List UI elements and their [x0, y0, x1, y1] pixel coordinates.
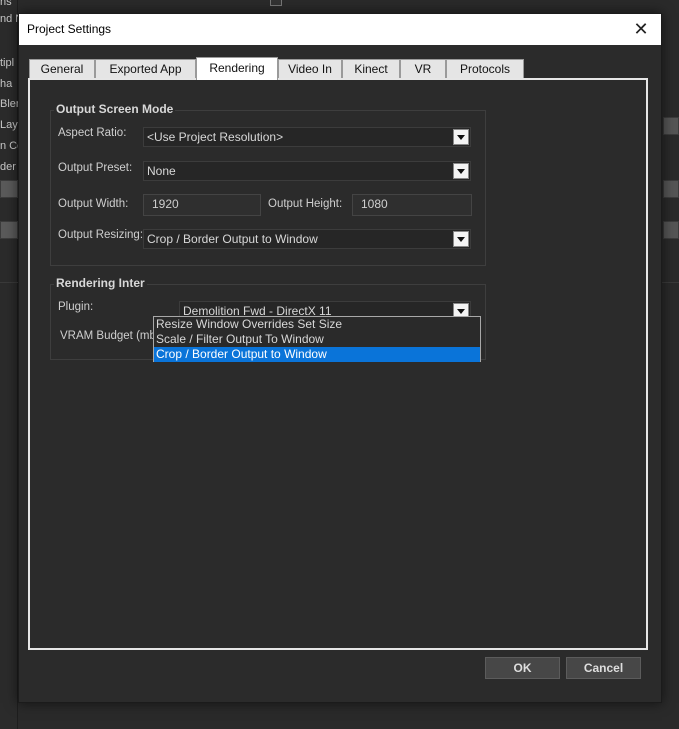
- output-resizing-value: Crop / Border Output to Window: [147, 232, 318, 246]
- plugin-label: Plugin:: [58, 301, 94, 313]
- project-settings-dialog: Project Settings ✕ General Exported App …: [18, 13, 662, 703]
- background-label: Lay: [0, 119, 18, 131]
- close-icon[interactable]: ✕: [629, 17, 653, 41]
- tab-protocols[interactable]: Protocols: [446, 59, 524, 79]
- tab-rendering[interactable]: Rendering: [196, 57, 278, 80]
- tab-vr[interactable]: VR: [400, 59, 446, 79]
- dropdown-option-resize-window[interactable]: Resize Window Overrides Set Size: [154, 317, 480, 332]
- output-screen-mode-title: Output Screen Mode: [54, 102, 176, 116]
- tab-video-in[interactable]: Video In: [278, 59, 342, 79]
- output-resizing-dropdown: Resize Window Overrides Set Size Scale /…: [153, 316, 481, 362]
- background-button: [663, 221, 679, 239]
- dropdown-option-scale-filter[interactable]: Scale / Filter Output To Window: [154, 332, 480, 347]
- aspect-ratio-value: <Use Project Resolution>: [147, 130, 284, 144]
- rendering-interface-title: Rendering Inter: [54, 276, 147, 290]
- background-button: [663, 180, 679, 198]
- output-height-label: Output Height:: [268, 198, 343, 210]
- output-height-field[interactable]: 1080: [352, 194, 472, 216]
- vram-budget-label: VRAM Budget (mb):: [60, 330, 163, 342]
- aspect-ratio-select[interactable]: <Use Project Resolution>: [143, 127, 471, 147]
- tab-exported-app[interactable]: Exported App: [95, 59, 196, 79]
- chevron-down-icon[interactable]: [453, 129, 469, 145]
- output-preset-value: None: [147, 164, 176, 178]
- output-width-field[interactable]: 1920: [143, 194, 261, 216]
- output-resizing-select[interactable]: Crop / Border Output to Window: [143, 229, 471, 249]
- dialog-title: Project Settings: [27, 22, 112, 36]
- background-label: nd N: [0, 13, 18, 25]
- background-label: der T: [0, 161, 18, 173]
- background-label: Blen: [0, 98, 18, 110]
- cancel-button[interactable]: Cancel: [566, 657, 641, 679]
- background-label: ha: [0, 78, 13, 90]
- background-label: n Co: [0, 140, 18, 152]
- background-left-panel: ns nd N tipl ha Blen Lay n Co der T: [0, 0, 18, 729]
- output-preset-select[interactable]: None: [143, 161, 471, 181]
- background-control: [270, 0, 282, 6]
- rendering-panel: Output Screen Mode Aspect Ratio: <Use Pr…: [28, 78, 648, 650]
- aspect-ratio-label: Aspect Ratio:: [58, 127, 127, 139]
- dropdown-option-crop-border[interactable]: Crop / Border Output to Window: [154, 347, 480, 362]
- background-button: [0, 180, 18, 198]
- background-label: ns: [0, 0, 12, 8]
- tab-general[interactable]: General: [29, 59, 95, 79]
- dialog-titlebar: Project Settings ✕: [19, 14, 661, 45]
- background-button: [0, 221, 18, 239]
- tab-kinect[interactable]: Kinect: [342, 59, 400, 79]
- output-preset-label: Output Preset:: [58, 162, 133, 174]
- output-resizing-label: Output Resizing:: [58, 229, 144, 241]
- background-label: tipl: [0, 57, 15, 69]
- ok-button[interactable]: OK: [485, 657, 560, 679]
- output-width-label: Output Width:: [58, 198, 129, 210]
- chevron-down-icon[interactable]: [453, 163, 469, 179]
- chevron-down-icon[interactable]: [453, 231, 469, 247]
- background-button: [663, 117, 679, 135]
